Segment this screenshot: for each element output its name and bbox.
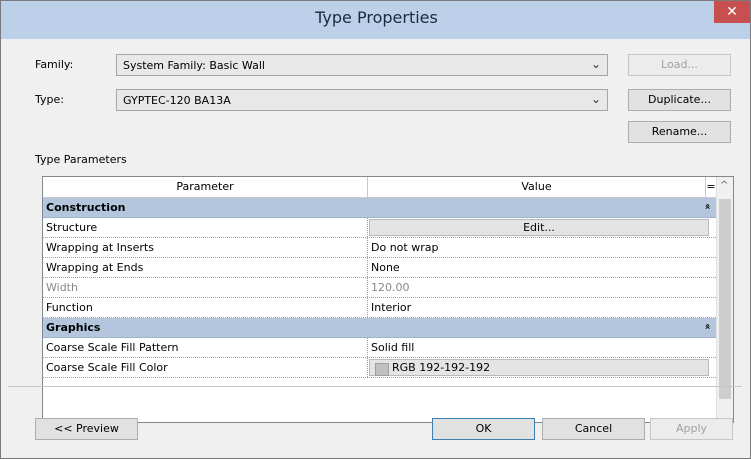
- param-value: 120.00: [371, 281, 410, 294]
- param-value: None: [371, 261, 400, 274]
- type-value: GYPTEC-120 BA13A: [123, 94, 231, 107]
- header-parameter[interactable]: Parameter: [43, 177, 367, 198]
- fill-color-button[interactable]: RGB 192-192-192: [369, 359, 709, 376]
- rename-button[interactable]: Rename...: [628, 121, 731, 143]
- fill-color-value: RGB 192-192-192: [392, 361, 491, 374]
- edit-structure-button[interactable]: Edit...: [369, 219, 709, 236]
- table-row[interactable]: Function Interior: [43, 298, 716, 318]
- preview-button[interactable]: << Preview: [35, 418, 138, 440]
- header-value[interactable]: Value: [367, 177, 705, 198]
- param-name: Width: [46, 281, 78, 294]
- param-name: Function: [46, 301, 93, 314]
- value-cell[interactable]: Solid fill: [367, 338, 713, 357]
- group-graphics[interactable]: Graphics »: [43, 318, 716, 338]
- value-cell[interactable]: None: [367, 258, 713, 277]
- load-button[interactable]: Load...: [628, 54, 731, 76]
- group-label: Construction: [46, 201, 126, 214]
- close-icon[interactable]: ✕: [714, 1, 750, 23]
- type-parameters-label: Type Parameters: [35, 153, 127, 166]
- table-row[interactable]: Coarse Scale Fill Color RGB 192-192-192: [43, 358, 716, 378]
- table-row: Width 120.00: [43, 278, 716, 298]
- param-value: Solid fill: [371, 341, 415, 354]
- param-value: Do not wrap: [371, 241, 439, 254]
- title-bar[interactable]: Type Properties ✕: [1, 1, 750, 39]
- value-cell: 120.00: [367, 278, 713, 297]
- param-name: Structure: [46, 221, 98, 234]
- scrollbar-thumb[interactable]: [719, 199, 731, 399]
- value-cell[interactable]: Edit...: [367, 218, 713, 237]
- type-label: Type:: [35, 93, 64, 106]
- type-dropdown[interactable]: GYPTEC-120 BA13A ⌄: [116, 89, 608, 111]
- cancel-button[interactable]: Cancel: [542, 418, 645, 440]
- dialog-title: Type Properties: [315, 8, 438, 27]
- ok-button[interactable]: OK: [432, 418, 535, 440]
- divider: [8, 386, 742, 387]
- scroll-up-icon[interactable]: ^: [720, 180, 728, 191]
- header-equals[interactable]: =: [705, 177, 716, 198]
- value-cell[interactable]: RGB 192-192-192: [367, 358, 713, 377]
- param-name: Coarse Scale Fill Color: [46, 361, 168, 374]
- value-cell[interactable]: Interior: [367, 298, 713, 317]
- dialog-body: Family: System Family: Basic Wall ⌄ Load…: [8, 39, 742, 452]
- group-construction[interactable]: Construction »: [43, 198, 716, 218]
- param-name: Wrapping at Ends: [46, 261, 144, 274]
- group-label: Graphics: [46, 321, 101, 334]
- color-swatch: [375, 363, 389, 376]
- family-dropdown[interactable]: System Family: Basic Wall ⌄: [116, 54, 608, 76]
- collapse-icon[interactable]: »: [703, 323, 714, 329]
- table-row[interactable]: Wrapping at Ends None: [43, 258, 716, 278]
- param-value: Interior: [371, 301, 412, 314]
- family-value: System Family: Basic Wall: [123, 59, 265, 72]
- chevron-down-icon: ⌄: [590, 57, 601, 71]
- param-name: Coarse Scale Fill Pattern: [46, 341, 179, 354]
- duplicate-button[interactable]: Duplicate...: [628, 89, 731, 111]
- apply-button[interactable]: Apply: [650, 418, 733, 440]
- type-properties-dialog: Type Properties ✕ Family: System Family:…: [0, 0, 751, 459]
- table-row[interactable]: Structure Edit...: [43, 218, 716, 238]
- table-row[interactable]: Wrapping at Inserts Do not wrap: [43, 238, 716, 258]
- table-row[interactable]: Coarse Scale Fill Pattern Solid fill: [43, 338, 716, 358]
- param-name: Wrapping at Inserts: [46, 241, 154, 254]
- family-label: Family:: [35, 58, 74, 71]
- value-cell[interactable]: Do not wrap: [367, 238, 713, 257]
- collapse-icon[interactable]: »: [703, 203, 714, 209]
- chevron-down-icon: ⌄: [590, 92, 601, 106]
